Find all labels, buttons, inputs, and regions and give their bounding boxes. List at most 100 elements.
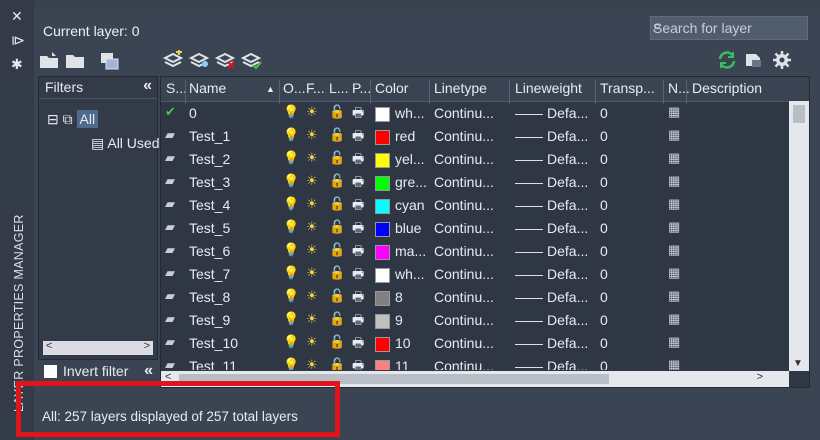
layer-linetype[interactable]: Continu... — [434, 220, 494, 236]
vp-freeze-icon[interactable]: ▦ — [668, 357, 680, 370]
layer-status-icon[interactable]: ▰ — [165, 150, 175, 166]
thaw-sun-icon[interactable]: ☀ — [306, 219, 318, 235]
layer-name[interactable]: Test_1 — [189, 128, 230, 144]
set-current-icon[interactable] — [240, 50, 262, 70]
plot-printer-icon[interactable]: 🖶 — [352, 127, 364, 149]
filter-tree-all[interactable]: ⊟ ⧉ All — [47, 110, 99, 128]
layer-status-icon[interactable]: ▰ — [165, 219, 175, 235]
table-row[interactable]: ▰ 💡 ☀ 🔓 🖶 ▦ Test_1 red Continu... —— Defa... 0 — [161, 125, 787, 148]
layer-status-icon[interactable]: ▰ — [165, 196, 175, 212]
column-divider[interactable] — [429, 80, 430, 104]
plot-printer-icon[interactable]: 🖶 — [352, 311, 364, 333]
layer-color[interactable]: yel... — [395, 151, 425, 167]
vp-freeze-icon[interactable]: ▦ — [668, 288, 680, 304]
unlock-icon[interactable]: 🔓 — [329, 127, 345, 143]
on-bulb-icon[interactable]: 💡 — [283, 265, 299, 281]
on-bulb-icon[interactable]: 💡 — [283, 357, 299, 370]
layer-linetype[interactable]: Continu... — [434, 289, 494, 305]
unlock-icon[interactable]: 🔓 — [329, 265, 345, 281]
thaw-sun-icon[interactable]: ☀ — [306, 150, 318, 166]
column-header-transparency[interactable]: Transp... — [600, 80, 655, 96]
column-header-lock[interactable]: L... — [329, 80, 348, 96]
layer-states-manager-icon[interactable] — [98, 50, 120, 70]
vertical-scroll-thumb[interactable] — [793, 105, 805, 123]
layer-name[interactable]: Test_6 — [189, 243, 230, 259]
layer-name[interactable]: Test_2 — [189, 151, 230, 167]
on-bulb-icon[interactable]: 💡 — [283, 150, 299, 166]
new-layer-vp-frozen-icon[interactable] — [188, 50, 210, 70]
layer-linetype[interactable]: Continu... — [434, 174, 494, 190]
color-swatch[interactable] — [375, 199, 390, 214]
vp-freeze-icon[interactable]: ▦ — [668, 311, 680, 327]
plot-printer-icon[interactable]: 🖶 — [352, 150, 364, 172]
layer-transparency[interactable]: 0 — [600, 358, 608, 370]
plot-printer-icon[interactable]: 🖶 — [352, 104, 364, 126]
layer-name[interactable]: 0 — [189, 105, 197, 121]
column-header-freeze[interactable]: F... — [306, 80, 325, 96]
autohide-icon[interactable]: ⧐ — [11, 32, 25, 49]
column-divider[interactable] — [185, 80, 186, 104]
current-layer-check-icon[interactable]: ✔ — [165, 104, 176, 120]
layer-transparency[interactable]: 0 — [600, 289, 608, 305]
delete-layer-icon[interactable] — [214, 50, 236, 70]
plot-printer-icon[interactable]: 🖶 — [352, 265, 364, 287]
thaw-sun-icon[interactable]: ☀ — [306, 196, 318, 212]
layer-transparency[interactable]: 0 — [600, 312, 608, 328]
layer-name[interactable]: Test_9 — [189, 312, 230, 328]
vp-freeze-icon[interactable]: ▦ — [668, 265, 680, 281]
layer-name[interactable]: Test_10 — [189, 335, 238, 351]
on-bulb-icon[interactable]: 💡 — [283, 334, 299, 350]
layer-status-icon[interactable]: ▰ — [165, 288, 175, 304]
unlock-icon[interactable]: 🔓 — [329, 288, 345, 304]
layer-linetype[interactable]: Continu... — [434, 358, 494, 370]
scroll-right-icon[interactable]: > — [757, 371, 763, 383]
layer-color[interactable]: 11 — [395, 358, 410, 370]
color-swatch[interactable] — [375, 153, 390, 168]
layer-name[interactable]: Test_8 — [189, 289, 230, 305]
color-swatch[interactable] — [375, 360, 390, 370]
on-bulb-icon[interactable]: 💡 — [283, 242, 299, 258]
layer-lineweight[interactable]: Defa... — [547, 289, 588, 305]
column-divider[interactable] — [663, 80, 664, 104]
layer-status-icon[interactable]: ▰ — [165, 334, 175, 350]
thaw-sun-icon[interactable]: ☀ — [306, 288, 318, 304]
layer-lineweight[interactable]: Defa... — [547, 151, 588, 167]
plot-printer-icon[interactable]: 🖶 — [352, 334, 364, 356]
column-header-description[interactable]: Description — [692, 80, 762, 96]
vp-freeze-icon[interactable]: ▦ — [668, 104, 680, 120]
layer-name[interactable]: Test_5 — [189, 220, 230, 236]
layer-transparency[interactable]: 0 — [600, 220, 608, 236]
color-swatch[interactable] — [375, 176, 390, 191]
layer-transparency[interactable]: 0 — [600, 128, 608, 144]
on-bulb-icon[interactable]: 💡 — [283, 196, 299, 212]
plot-printer-icon[interactable]: 🖶 — [352, 196, 364, 218]
layer-transparency[interactable]: 0 — [600, 243, 608, 259]
layer-lineweight[interactable]: Defa... — [547, 220, 588, 236]
layer-status-icon[interactable]: ▰ — [165, 357, 175, 370]
layer-status-icon[interactable]: ▰ — [165, 127, 175, 143]
column-header-plot[interactable]: P... — [352, 80, 371, 96]
layer-lineweight[interactable]: Defa... — [547, 335, 588, 351]
table-row[interactable]: ▰ 💡 ☀ 🔓 🖶 ▦ Test_2 yel... Continu... —— Defa... 0 — [161, 148, 787, 171]
layer-status-icon[interactable]: ▰ — [165, 242, 175, 258]
color-swatch[interactable] — [375, 245, 390, 260]
on-bulb-icon[interactable]: 💡 — [283, 288, 299, 304]
layer-linetype[interactable]: Continu... — [434, 151, 494, 167]
thaw-sun-icon[interactable]: ☀ — [306, 311, 318, 327]
column-header-name[interactable]: Name — [189, 80, 226, 96]
on-bulb-icon[interactable]: 💡 — [283, 219, 299, 235]
vp-freeze-icon[interactable]: ▦ — [668, 173, 680, 189]
close-icon[interactable]: ✕ — [11, 8, 23, 25]
layer-lineweight[interactable]: Defa... — [547, 105, 588, 121]
table-row[interactable]: ▰ 💡 ☀ 🔓 🖶 ▦ Test_6 ma... Continu... —— Defa... 0 — [161, 240, 787, 263]
plot-printer-icon[interactable]: 🖶 — [352, 219, 364, 241]
table-row[interactable]: ▰ 💡 ☀ 🔓 🖶 ▦ Test_8 8 Continu... —— Defa... 0 — [161, 286, 787, 309]
unlock-icon[interactable]: 🔓 — [329, 334, 345, 350]
collapse-filters-icon[interactable]: « — [143, 77, 152, 95]
thaw-sun-icon[interactable]: ☀ — [306, 104, 318, 120]
plot-printer-icon[interactable]: 🖶 — [352, 288, 364, 310]
column-header-status[interactable]: S... — [166, 80, 187, 96]
unlock-icon[interactable]: 🔓 — [329, 219, 345, 235]
column-divider[interactable] — [370, 80, 371, 104]
vp-freeze-icon[interactable]: ▦ — [668, 150, 680, 166]
